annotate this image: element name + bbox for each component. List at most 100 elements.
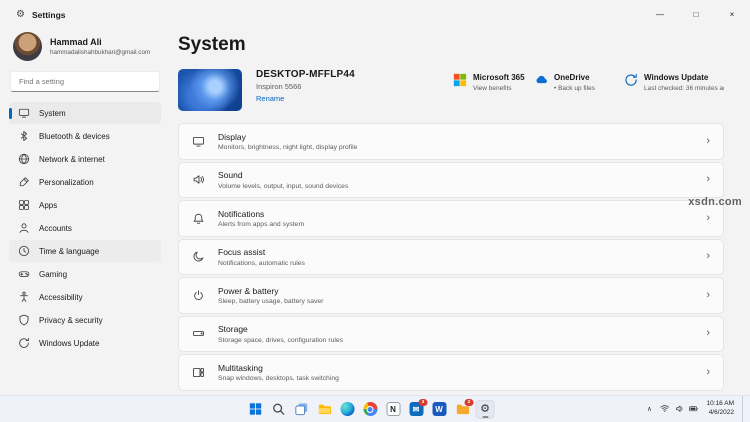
wifi-icon[interactable] xyxy=(660,404,670,414)
main-content: System DESKTOP-MFFLP44 Inspiron 5566 Ren… xyxy=(178,30,724,396)
multitasking-icon xyxy=(192,366,205,379)
row-subtitle: Volume levels, output, input, sound devi… xyxy=(218,182,349,190)
quick-link-windows-update[interactable]: Windows Update Last checked: 36 minutes … xyxy=(624,73,724,92)
row-title: Multitasking xyxy=(218,362,263,373)
settings-row-focus-assist[interactable]: Focus assist Notifications, automatic ru… xyxy=(178,238,724,275)
sidebar-item-bluetooth-devices[interactable]: Bluetooth & devices xyxy=(9,125,161,147)
sidebar-item-windows-update[interactable]: Windows Update xyxy=(9,332,161,354)
row-subtitle: Storage space, drives, configuration rul… xyxy=(218,336,344,344)
gaming-icon xyxy=(18,268,30,280)
chrome-icon xyxy=(363,402,378,416)
windows-update-icon xyxy=(18,337,30,349)
quick-link-subtitle: View benefits xyxy=(473,84,512,92)
notepad-button[interactable]: N xyxy=(384,400,403,419)
quick-link-onedrive[interactable]: OneDrive • Back up files xyxy=(534,73,595,92)
sound-icon xyxy=(192,173,205,186)
sidebar-item-apps[interactable]: Apps xyxy=(9,194,161,216)
accessibility-icon xyxy=(18,291,30,303)
task-view-button[interactable] xyxy=(292,400,311,419)
tray-date: 4/6/2022 xyxy=(708,409,734,416)
search-input[interactable] xyxy=(10,71,160,92)
accounts-icon xyxy=(18,222,30,234)
sidebar-item-accounts[interactable]: Accounts xyxy=(9,217,161,239)
settings-row-display[interactable]: Display Monitors, brightness, night ligh… xyxy=(178,123,724,160)
app-title: Settings xyxy=(31,10,66,20)
settings-gear-icon: ⚙ xyxy=(16,9,25,20)
maximize-button[interactable]: □ xyxy=(678,0,714,28)
row-subtitle: Sleep, battery usage, battery saver xyxy=(218,298,324,305)
sidebar-item-system[interactable]: System xyxy=(9,102,161,124)
microsoft-365-icon xyxy=(453,73,467,87)
volume-icon[interactable] xyxy=(675,404,685,414)
start-button[interactable] xyxy=(246,400,265,419)
battery-icon[interactable] xyxy=(689,404,699,414)
folder-button[interactable]: 2 xyxy=(453,398,474,419)
row-title: Notifications xyxy=(218,208,265,219)
chevron-right-icon: › xyxy=(706,250,710,263)
file-explorer-button[interactable] xyxy=(315,400,334,419)
clock[interactable]: 10:16 AM 4/6/2022 xyxy=(707,400,734,418)
system-tray: ∧ 10:16 AM 4/6/2022 xyxy=(647,396,746,422)
row-title: Power & battery xyxy=(218,285,279,296)
sidebar-item-personalization[interactable]: Personalization xyxy=(9,171,161,193)
settings-row-multitasking[interactable]: Multitasking Snap windows, desktops, tas… xyxy=(178,354,724,391)
task-view-icon xyxy=(294,402,308,416)
sidebar-item-label: Personalization xyxy=(39,177,94,187)
sidebar-item-time-language[interactable]: Time & language xyxy=(9,240,161,262)
sidebar-nav: System Bluetooth & devices Network & int… xyxy=(9,102,161,354)
power-battery-icon xyxy=(192,289,205,302)
mail-button[interactable]: ✉ 3 xyxy=(407,398,428,419)
quick-links: Microsoft 365 View benefits OneDrive • B… xyxy=(178,73,724,103)
page-title: System xyxy=(178,34,246,55)
sidebar-item-label: Accounts xyxy=(39,223,72,233)
settings-row-notifications[interactable]: Notifications Alerts from apps and syste… xyxy=(178,200,724,237)
chevron-right-icon: › xyxy=(706,365,710,378)
show-desktop-button[interactable] xyxy=(742,396,746,422)
bluetooth-icon xyxy=(18,130,30,142)
sidebar-item-gaming[interactable]: Gaming xyxy=(9,263,161,285)
sidebar-item-label: Bluetooth & devices xyxy=(39,131,110,141)
chrome-button[interactable] xyxy=(361,400,380,419)
windows-logo-icon xyxy=(248,402,262,416)
row-title: Storage xyxy=(218,324,248,334)
chevron-right-icon: › xyxy=(706,327,710,340)
settings-app-button[interactable]: ⚙ xyxy=(475,399,495,419)
sidebar: Hammad Ali hammadalishahbukhari@gmail.co… xyxy=(0,30,170,396)
settings-list: Display Monitors, brightness, night ligh… xyxy=(178,123,724,391)
sidebar-item-accessibility[interactable]: Accessibility xyxy=(9,286,161,308)
notification-badge: 3 xyxy=(418,398,428,406)
display-icon xyxy=(192,135,205,148)
sidebar-item-privacy-security[interactable]: Privacy & security xyxy=(9,309,161,331)
user-profile[interactable]: Hammad Ali hammadalishahbukhari@gmail.co… xyxy=(9,30,161,71)
window-controls: — □ × xyxy=(642,0,750,28)
avatar xyxy=(13,32,42,61)
user-name: Hammad Ali xyxy=(50,37,102,47)
search-icon xyxy=(271,402,285,416)
settings-row-power-battery[interactable]: Power & battery Sleep, battery usage, ba… xyxy=(178,277,724,314)
settings-row-sound[interactable]: Sound Volume levels, output, input, soun… xyxy=(178,161,724,198)
quick-link-subtitle: Last checked: 36 minutes ago xyxy=(644,84,724,92)
onedrive-icon xyxy=(534,73,548,87)
sidebar-item-label: Time & language xyxy=(39,246,100,256)
row-subtitle: Notifications, automatic rules xyxy=(218,259,305,267)
row-title: Focus assist xyxy=(218,247,266,257)
minimize-button[interactable]: — xyxy=(642,0,678,28)
chevron-up-icon[interactable]: ∧ xyxy=(647,405,652,413)
word-icon: W xyxy=(432,402,447,416)
sidebar-item-network-internet[interactable]: Network & internet xyxy=(9,148,161,170)
quick-link-microsoft-365[interactable]: Microsoft 365 View benefits xyxy=(453,73,525,92)
row-subtitle: Monitors, brightness, night light, displ… xyxy=(218,144,358,151)
tray-time: 10:16 AM xyxy=(706,400,734,408)
privacy-shield-icon xyxy=(18,314,30,326)
close-button[interactable]: × xyxy=(714,0,750,28)
taskbar-search-button[interactable] xyxy=(269,400,288,419)
row-title: Sound xyxy=(218,170,243,180)
sidebar-item-label: Apps xyxy=(39,200,58,210)
chevron-right-icon: › xyxy=(706,134,710,147)
sidebar-item-label: Accessibility xyxy=(39,292,83,302)
word-button[interactable]: W xyxy=(430,400,449,419)
settings-row-storage[interactable]: Storage Storage space, drives, configura… xyxy=(178,315,724,352)
edge-button[interactable] xyxy=(338,400,357,419)
row-title: Display xyxy=(218,131,246,142)
sidebar-item-label: Gaming xyxy=(39,269,68,279)
